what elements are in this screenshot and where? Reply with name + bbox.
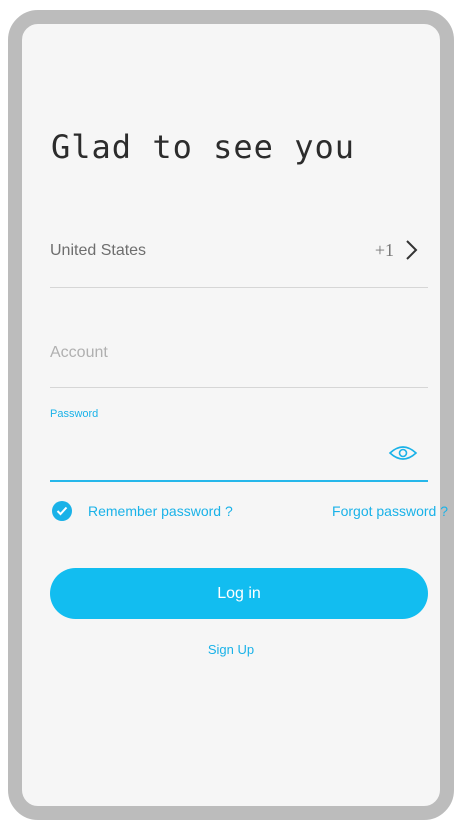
page-title: Glad to see you xyxy=(51,128,355,166)
phone-frame: Glad to see you United States +1 Account… xyxy=(8,10,454,820)
remember-password-toggle[interactable]: Remember password ? xyxy=(52,501,233,521)
forgot-password-link[interactable]: Forgot password ? xyxy=(332,503,448,519)
country-divider xyxy=(50,287,428,288)
password-field[interactable]: Password xyxy=(50,396,428,482)
account-placeholder: Account xyxy=(50,344,108,361)
remember-password-label: Remember password ? xyxy=(88,503,233,519)
country-selector[interactable]: United States +1 xyxy=(50,220,428,288)
account-divider xyxy=(50,387,428,388)
login-screen: Glad to see you United States +1 Account… xyxy=(22,24,448,806)
eye-icon[interactable] xyxy=(388,444,418,462)
login-button[interactable]: Log in xyxy=(50,568,428,619)
country-code: +1 xyxy=(374,240,394,260)
sign-up-link[interactable]: Sign Up xyxy=(22,642,440,657)
checkmark-icon[interactable] xyxy=(52,501,72,521)
account-field[interactable]: Account xyxy=(50,320,428,388)
password-divider xyxy=(50,480,428,482)
chevron-right-icon xyxy=(406,240,418,260)
password-label: Password xyxy=(50,408,99,420)
country-label: United States xyxy=(50,242,147,259)
